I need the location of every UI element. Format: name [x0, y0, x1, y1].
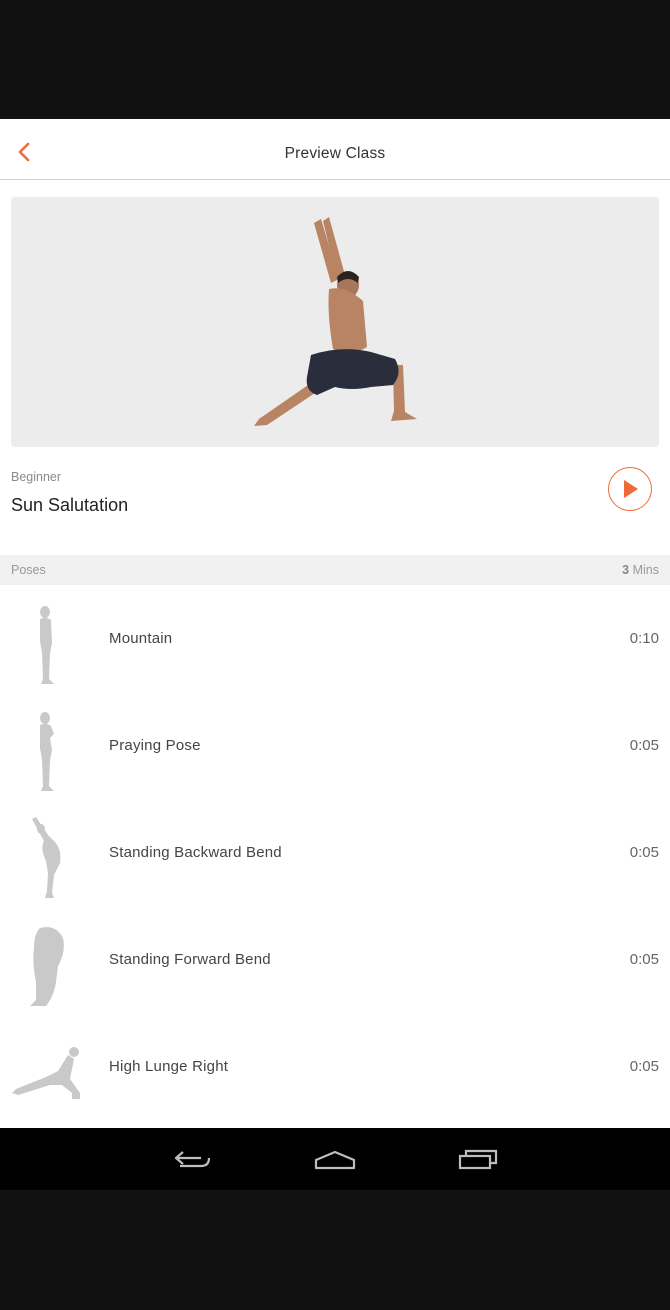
- page-title: Preview Class: [284, 145, 386, 162]
- poses-section-header: Poses 3 Mins: [0, 555, 670, 585]
- pose-name: Mountain: [109, 630, 173, 647]
- pose-duration: 0:05: [629, 1058, 659, 1075]
- standing-forward-bend-icon: [10, 912, 86, 1007]
- pose-duration: 0:05: [629, 737, 659, 754]
- mountain-pose-icon: [10, 591, 86, 686]
- pose-duration: 0:05: [629, 951, 659, 968]
- system-navigation-bar: [0, 1128, 670, 1190]
- pose-row-praying-pose[interactable]: Praying Pose 0:05: [0, 692, 670, 799]
- poses-label: Poses: [11, 563, 46, 577]
- pose-name: Praying Pose: [109, 737, 201, 754]
- class-preview-image: [11, 197, 659, 447]
- play-icon: [624, 480, 638, 498]
- top-bar: Preview Class: [0, 119, 670, 180]
- pose-row-standing-forward-bend[interactable]: Standing Forward Bend 0:05: [0, 906, 670, 1013]
- play-button[interactable]: [608, 467, 652, 511]
- praying-pose-icon: [10, 698, 86, 793]
- class-name: Sun Salutation: [11, 495, 129, 515]
- pose-name: Standing Forward Bend: [109, 951, 271, 968]
- pose-row-high-lunge-right[interactable]: High Lunge Right 0:05: [0, 1013, 670, 1120]
- recents-icon[interactable]: [456, 1144, 500, 1174]
- high-lunge-right-icon: [10, 1019, 86, 1114]
- home-icon[interactable]: [313, 1144, 357, 1174]
- pose-name: High Lunge Right: [109, 1058, 229, 1075]
- pose-duration: 0:05: [629, 844, 659, 861]
- pose-row-standing-backward-bend[interactable]: Standing Backward Bend 0:05: [0, 799, 670, 906]
- total-duration-value: 3: [622, 563, 630, 577]
- back-icon[interactable]: [171, 1144, 215, 1174]
- class-level: Beginner: [11, 470, 62, 484]
- total-duration: 3 Mins: [622, 563, 659, 577]
- total-duration-unit: Mins: [632, 563, 659, 577]
- app-screen: Preview Class Beginner Sun Salutation Po…: [0, 119, 670, 1128]
- standing-backward-bend-icon: [10, 805, 86, 900]
- pose-row-mountain[interactable]: Mountain 0:10: [0, 585, 670, 692]
- pose-name: Standing Backward Bend: [109, 844, 282, 861]
- pose-duration: 0:10: [629, 630, 659, 647]
